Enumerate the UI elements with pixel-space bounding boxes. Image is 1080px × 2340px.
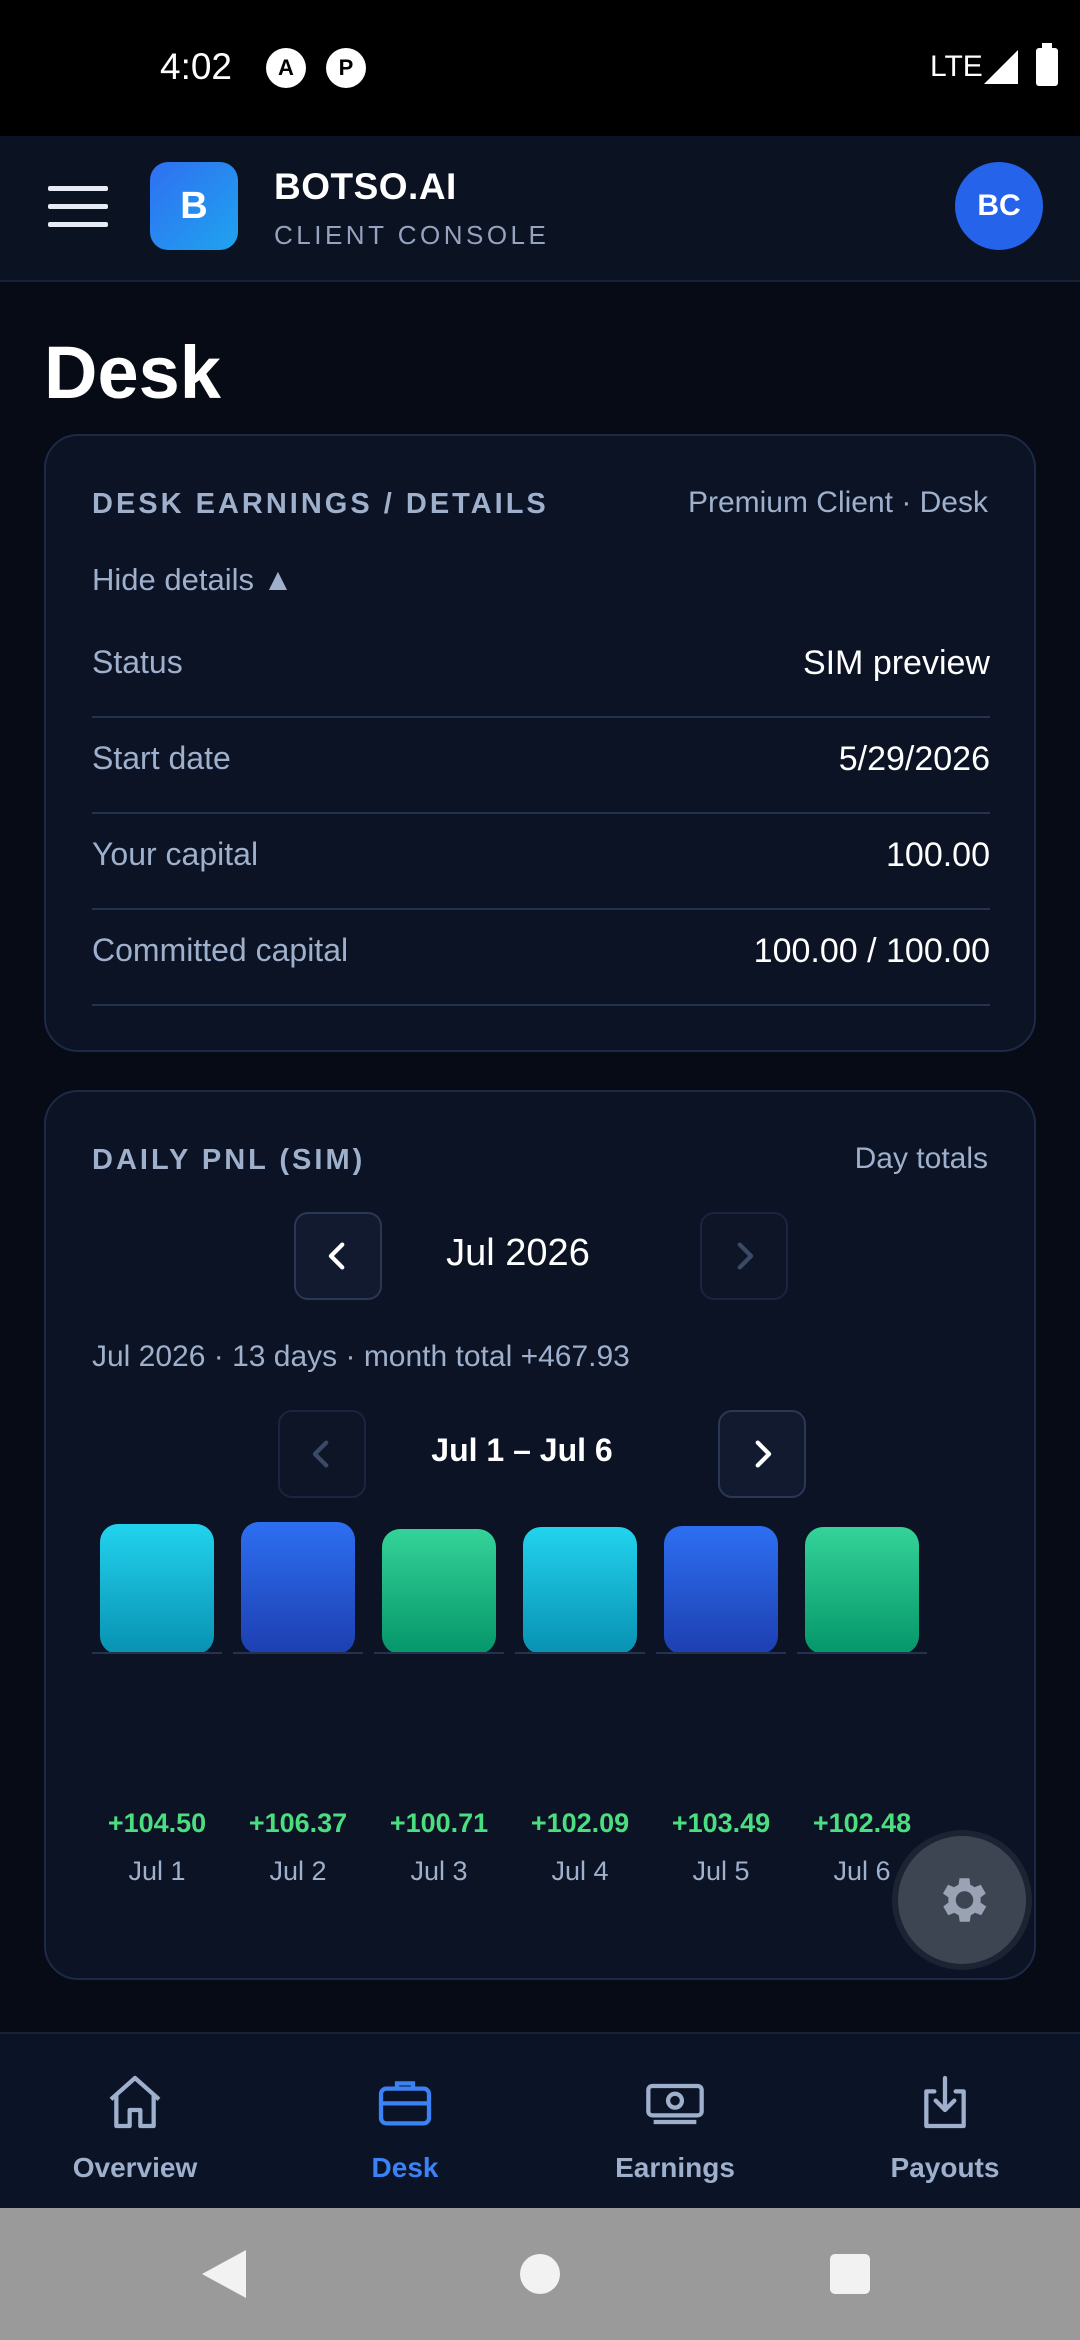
clock: 4:02 [160,46,233,87]
network-type: LTE [930,50,983,83]
pnl-value: +102.48 [812,1808,912,1838]
pnl-day-label: Jul 5 [692,1856,750,1886]
bottom-navigation: Overview Desk Earnings Payouts [0,2032,1080,2208]
card-label: DESK EARNINGS / DETAILS [92,488,549,520]
pnl-day-label: Jul 4 [551,1856,609,1886]
bar-baseline [797,1652,927,1654]
bar-baseline [374,1652,504,1654]
detail-key: Start date [92,740,231,776]
card-meta: Premium Client · Desk [687,486,988,519]
recents-square-icon[interactable] [830,2254,870,2294]
detail-value: SIM preview [802,644,990,682]
detail-value: 5/29/2026 [838,740,990,778]
detail-row-status: Status SIM preview [92,622,990,718]
pnl-day-label: Jul 1 [128,1856,186,1886]
page-title: Desk [44,331,221,414]
brand-subtitle: CLIENT CONSOLE [274,220,550,250]
nav-payouts[interactable]: Payouts [810,2034,1080,2210]
range-label: Jul 1 – Jul 6 [431,1432,613,1468]
month-summary: Jul 2026 · 13 days · month total +467.93 [92,1340,630,1373]
nav-label: Payouts [890,2152,1000,2183]
home-circle-icon[interactable] [520,2254,560,2294]
pnl-value: +103.49 [671,1808,771,1838]
detail-row-committed-capital: Committed capital 100.00 / 100.00 [92,910,990,1006]
prev-range-button[interactable] [278,1410,366,1498]
detail-key: Your capital [92,836,259,872]
app-notification-icon-p: P [326,48,366,88]
pnl-bar[interactable] [241,1522,355,1654]
nav-earnings[interactable]: Earnings [540,2034,810,2210]
detail-row-start-date: Start date 5/29/2026 [92,718,990,814]
pnl-bar[interactable] [382,1529,496,1654]
detail-value: 100.00 [886,836,990,874]
nav-desk[interactable]: Desk [270,2034,540,2210]
battery-icon [1036,43,1058,86]
pnl-bar[interactable] [805,1527,919,1654]
nav-label: Overview [72,2152,198,2183]
prev-month-button[interactable] [294,1212,382,1300]
home-icon [109,2075,161,2129]
pnl-value: +102.09 [530,1808,630,1838]
back-icon[interactable] [202,2250,246,2298]
desk-details-card: DESK EARNINGS / DETAILS Premium Client ·… [44,434,1036,1052]
next-range-button[interactable] [718,1410,806,1498]
pnl-value: +100.71 [389,1808,489,1838]
app-header: B BOTSO.AI CLIENT CONSOLE BC [0,136,1080,282]
pnl-day-label: Jul 3 [410,1856,468,1886]
system-navigation-bar [0,2208,1080,2340]
pnl-value: +104.50 [107,1808,207,1838]
gear-icon [943,1878,987,1922]
pnl-bar[interactable] [523,1527,637,1654]
hamburger-menu-icon[interactable] [48,186,108,230]
brand-logo: B [150,162,238,250]
banknote-icon [646,2083,704,2125]
chevron-right-icon [737,1242,754,1270]
avatar[interactable]: BC [955,162,1043,250]
nav-overview[interactable]: Overview [0,2034,270,2210]
download-tray-icon [924,2075,966,2129]
chevron-left-icon [312,1440,329,1468]
bar-baseline [515,1652,645,1654]
nav-label: Desk [371,2152,439,2183]
signal-icon [984,50,1018,84]
app-notification-icon-a: A [266,48,306,88]
pnl-bar[interactable] [100,1524,214,1654]
brand-name: BOTSO.AI [274,166,457,207]
detail-key: Status [92,644,183,680]
detail-row-your-capital: Your capital 100.00 [92,814,990,910]
card-label: DAILY PNL (SIM) [92,1144,366,1176]
bar-baseline [233,1652,363,1654]
status-bar: 4:02 A P LTE [0,0,1080,136]
briefcase-icon [378,2081,432,2126]
hide-details-toggle[interactable]: Hide details ▲ [92,562,293,598]
pnl-bar[interactable] [664,1526,778,1654]
bar-baseline [656,1652,786,1654]
settings-fab[interactable] [898,1836,1026,1964]
chevron-right-icon [755,1440,772,1468]
detail-value: 100.00 / 100.00 [753,932,990,970]
nav-label: Earnings [615,2152,735,2183]
pnl-value: +106.37 [248,1808,348,1838]
next-month-button[interactable] [700,1212,788,1300]
card-meta: Day totals [854,1142,988,1175]
month-label: Jul 2026 [446,1232,590,1274]
chevron-left-icon [328,1242,345,1270]
bar-baseline [92,1652,222,1654]
detail-key: Committed capital [92,932,349,968]
pnl-day-label: Jul 2 [269,1856,327,1886]
daily-pnl-card: DAILY PNL (SIM) Day totals Jul 2026 Jul … [44,1090,1036,1980]
